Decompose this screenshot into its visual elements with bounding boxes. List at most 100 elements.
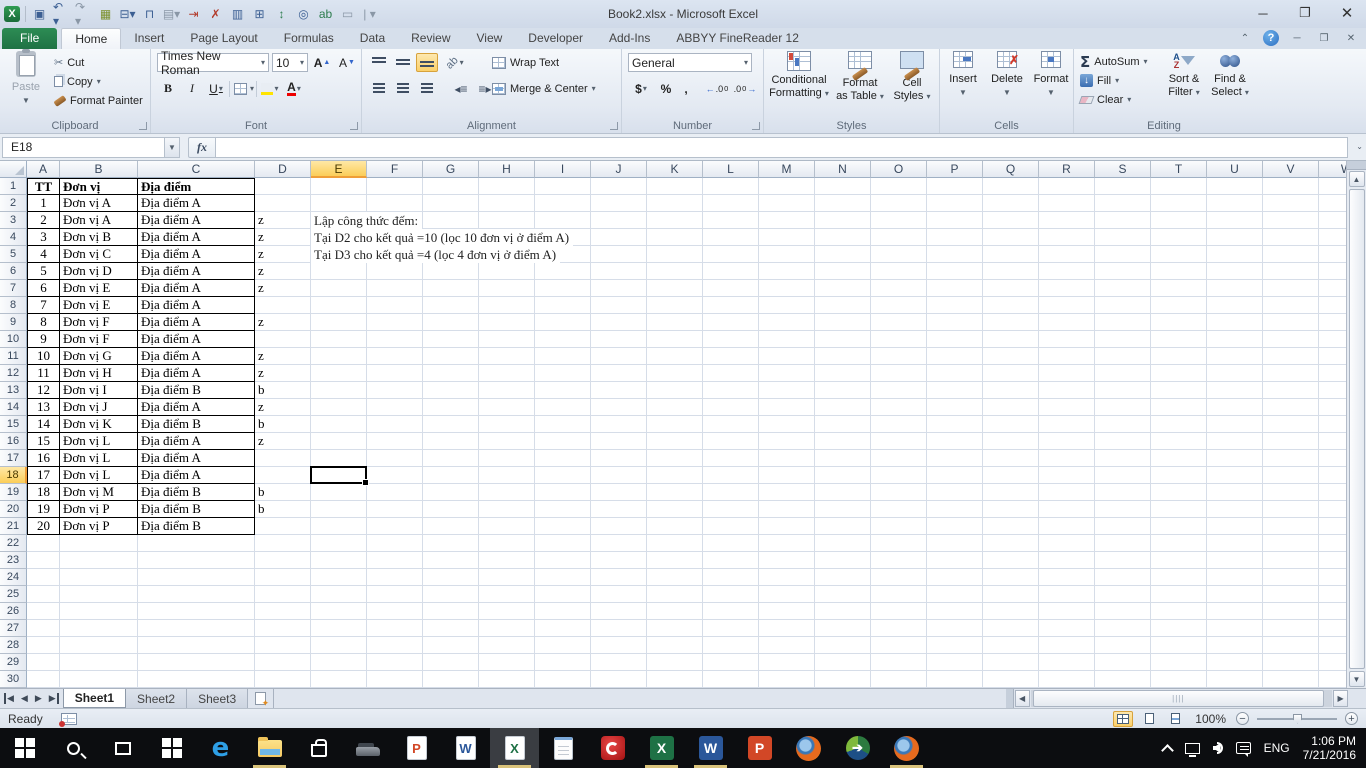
- column-header-I[interactable]: I: [535, 161, 591, 178]
- cell-G24[interactable]: [423, 569, 479, 586]
- cell-U22[interactable]: [1207, 535, 1263, 552]
- cell-W3[interactable]: [1319, 212, 1346, 229]
- cell-T8[interactable]: [1151, 297, 1207, 314]
- cell-M22[interactable]: [759, 535, 815, 552]
- cell-W11[interactable]: [1319, 348, 1346, 365]
- cell-N20[interactable]: [815, 501, 871, 518]
- cell-U24[interactable]: [1207, 569, 1263, 586]
- cell-L28[interactable]: [703, 637, 759, 654]
- cell-P11[interactable]: [927, 348, 983, 365]
- cell-P7[interactable]: [927, 280, 983, 297]
- cell-V8[interactable]: [1263, 297, 1319, 314]
- cell-Q15[interactable]: [983, 416, 1039, 433]
- cell-S23[interactable]: [1095, 552, 1151, 569]
- active-cell-selection[interactable]: [310, 466, 367, 484]
- cell-L30[interactable]: [703, 671, 759, 688]
- doc-close-icon[interactable]: ✕: [1342, 31, 1360, 46]
- cell-W4[interactable]: [1319, 229, 1346, 246]
- cell-R11[interactable]: [1039, 348, 1095, 365]
- row-height-icon[interactable]: ↕: [273, 6, 290, 23]
- cell-M24[interactable]: [759, 569, 815, 586]
- cell-D17[interactable]: [255, 450, 311, 467]
- cell-N13[interactable]: [815, 382, 871, 399]
- cell-L12[interactable]: [703, 365, 759, 382]
- cell-A22[interactable]: [27, 535, 60, 552]
- row-header-9[interactable]: 9: [0, 314, 27, 331]
- cell-B21[interactable]: Đơn vị P: [60, 518, 138, 535]
- underline-button[interactable]: U▾: [205, 79, 227, 98]
- column-header-T[interactable]: T: [1151, 161, 1207, 178]
- cell-T20[interactable]: [1151, 501, 1207, 518]
- cell-J1[interactable]: [591, 178, 647, 195]
- tab-add-ins[interactable]: Add-Ins: [596, 28, 663, 49]
- doc-minimize-icon[interactable]: ─: [1288, 31, 1306, 46]
- cell-S20[interactable]: [1095, 501, 1151, 518]
- cell-I8[interactable]: [535, 297, 591, 314]
- column-header-E[interactable]: E: [311, 161, 367, 178]
- taskbar-button-powerpoint-2013[interactable]: P: [735, 728, 784, 768]
- cell-P9[interactable]: [927, 314, 983, 331]
- cell-K28[interactable]: [647, 637, 703, 654]
- cell-G14[interactable]: [423, 399, 479, 416]
- cell-T17[interactable]: [1151, 450, 1207, 467]
- row-header-27[interactable]: 27: [0, 620, 27, 637]
- cell-M16[interactable]: [759, 433, 815, 450]
- cell-D16[interactable]: z: [255, 433, 311, 450]
- cell-P10[interactable]: [927, 331, 983, 348]
- cell-C18[interactable]: Địa điểm A: [138, 467, 255, 484]
- cell-G22[interactable]: [423, 535, 479, 552]
- cell-K12[interactable]: [647, 365, 703, 382]
- cell-M30[interactable]: [759, 671, 815, 688]
- cell-J5[interactable]: [591, 246, 647, 263]
- cell-L25[interactable]: [703, 586, 759, 603]
- cell-C29[interactable]: [138, 654, 255, 671]
- cell-A27[interactable]: [27, 620, 60, 637]
- insert-cells-button[interactable]: Insert▼: [942, 51, 984, 99]
- row-header-24[interactable]: 24: [0, 569, 27, 586]
- cell-U11[interactable]: [1207, 348, 1263, 365]
- note-text-row-3[interactable]: Lập công thức đếm:: [311, 212, 422, 229]
- cell-L23[interactable]: [703, 552, 759, 569]
- cell-L21[interactable]: [703, 518, 759, 535]
- cell-O9[interactable]: [871, 314, 927, 331]
- cell-K27[interactable]: [647, 620, 703, 637]
- cell-N29[interactable]: [815, 654, 871, 671]
- row-header-18[interactable]: 18: [0, 467, 27, 484]
- network-icon[interactable]: [1185, 743, 1200, 754]
- borders-button[interactable]: ▾: [232, 79, 254, 98]
- row-header-20[interactable]: 20: [0, 501, 27, 518]
- cell-C17[interactable]: Địa điểm A: [138, 450, 255, 467]
- cell-E11[interactable]: [311, 348, 367, 365]
- cell-J27[interactable]: [591, 620, 647, 637]
- cell-N11[interactable]: [815, 348, 871, 365]
- cell-B4[interactable]: Đơn vị B: [60, 229, 138, 246]
- cell-O10[interactable]: [871, 331, 927, 348]
- cell-O5[interactable]: [871, 246, 927, 263]
- dotted-borders-icon[interactable]: ▤▾: [163, 6, 180, 23]
- column-header-N[interactable]: N: [815, 161, 871, 178]
- cell-G13[interactable]: [423, 382, 479, 399]
- cell-M9[interactable]: [759, 314, 815, 331]
- cell-W1[interactable]: [1319, 178, 1346, 195]
- cell-W13[interactable]: [1319, 382, 1346, 399]
- horizontal-split-handle[interactable]: [1006, 689, 1014, 708]
- italic-button[interactable]: I: [181, 79, 203, 98]
- cell-T1[interactable]: [1151, 178, 1207, 195]
- cell-C24[interactable]: [138, 569, 255, 586]
- cell-Q4[interactable]: [983, 229, 1039, 246]
- horizontal-scrollbar[interactable]: ||||: [1031, 690, 1332, 707]
- cell-F2[interactable]: [367, 195, 423, 212]
- scroll-up-icon[interactable]: ▲: [1349, 171, 1365, 187]
- top-align-button[interactable]: [368, 53, 390, 72]
- cell-R7[interactable]: [1039, 280, 1095, 297]
- cell-C12[interactable]: Địa điểm A: [138, 365, 255, 382]
- cell-H25[interactable]: [479, 586, 535, 603]
- page-break-view-button[interactable]: [1165, 711, 1185, 727]
- cell-M5[interactable]: [759, 246, 815, 263]
- cell-D30[interactable]: [255, 671, 311, 688]
- cell-N3[interactable]: [815, 212, 871, 229]
- cell-G29[interactable]: [423, 654, 479, 671]
- row-header-19[interactable]: 19: [0, 484, 27, 501]
- cell-T3[interactable]: [1151, 212, 1207, 229]
- cell-D15[interactable]: b: [255, 416, 311, 433]
